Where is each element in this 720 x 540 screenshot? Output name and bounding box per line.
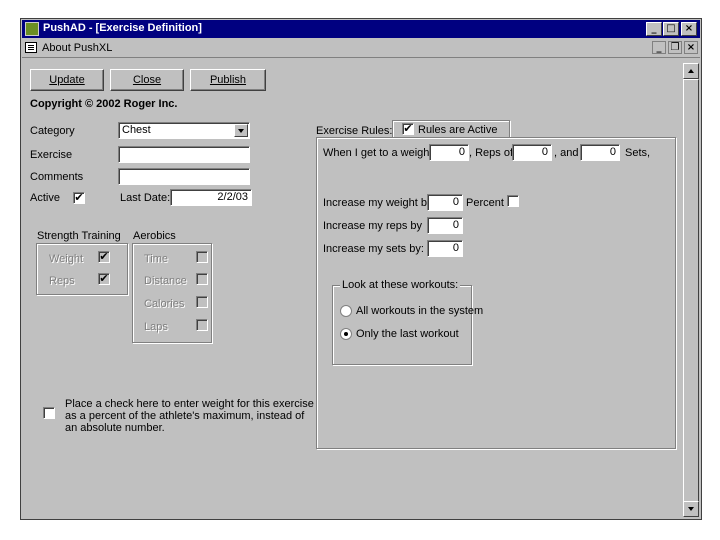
last-workout-radio[interactable] (340, 328, 352, 340)
comments-label: Comments (30, 171, 84, 183)
all-workouts-label: All workouts in the system (356, 305, 484, 317)
distance-checkbox[interactable] (196, 273, 208, 285)
and-label: , and (554, 147, 579, 159)
when-weight-label: When I get to a weight of (323, 147, 445, 159)
child-restore-button[interactable]: ❐ (668, 41, 682, 54)
percent-note-line2: as a percent of the athlete's maximum, i… (65, 410, 305, 422)
app-window: PushAD - [Exercise Definition] _ □ × Abo… (20, 18, 702, 520)
increase-weight-input[interactable]: 0 (427, 194, 463, 211)
sets-label: Sets, (625, 147, 651, 159)
copyright-text: Copyright © 2002 Roger Inc. (30, 98, 178, 110)
strength-training-title: Strength Training (37, 230, 121, 242)
exercise-rules-label: Exercise Rules: (316, 125, 393, 137)
increase-sets-label: Increase my sets by: (323, 243, 424, 255)
scroll-up-arrow-icon[interactable] (683, 63, 699, 79)
minimize-button[interactable]: _ (646, 22, 662, 36)
weight-label: Weight (49, 253, 84, 265)
exercise-label: Exercise (30, 149, 73, 161)
title-bar: PushAD - [Exercise Definition] _ □ × (22, 20, 700, 38)
percent-of-max-checkbox[interactable] (43, 407, 55, 419)
last-workout-label: Only the last workout (356, 328, 459, 340)
strength-training-group (36, 243, 128, 295)
category-label: Category (30, 125, 75, 137)
rule-weight-input[interactable]: 0 (429, 144, 469, 161)
last-date-input[interactable]: 2/2/03 (170, 189, 252, 206)
child-minimize-button[interactable]: _ (652, 41, 666, 54)
all-workouts-radio[interactable] (340, 305, 352, 317)
workouts-group-title: Look at these workouts: (340, 279, 461, 291)
laps-label: Laps (144, 321, 168, 333)
child-close-button[interactable]: × (684, 41, 698, 54)
exercise-input[interactable] (118, 146, 250, 163)
aerobics-title: Aerobics (133, 230, 176, 242)
category-select[interactable]: Chest (118, 122, 250, 139)
percent-note-line3: an absolute number. (65, 422, 165, 434)
percent-note-line1: Place a check here to enter weight for t… (65, 398, 314, 410)
distance-label: Distance (144, 275, 187, 287)
percent-checkbox[interactable] (507, 195, 519, 207)
increase-reps-input[interactable]: 0 (427, 217, 463, 234)
reps-label: Reps (49, 275, 75, 287)
reps-of-label: , Reps of (469, 147, 514, 159)
menu-about[interactable]: About PushXL (42, 42, 112, 54)
calories-label: Calories (144, 298, 185, 310)
update-button[interactable]: Update (30, 69, 104, 91)
rules-active-label: Rules are Active (418, 124, 498, 136)
comments-input[interactable] (118, 168, 250, 185)
maximize-button[interactable]: □ (663, 22, 679, 36)
time-checkbox[interactable] (196, 251, 208, 263)
percent-label: Percent (466, 197, 504, 209)
rules-active-checkbox[interactable]: ✔ (402, 123, 414, 135)
active-checkbox[interactable]: ✔ (73, 192, 85, 204)
close-button[interactable]: Close (110, 69, 184, 91)
last-date-label: Last Date: (120, 192, 171, 204)
increase-reps-label: Increase my reps by (323, 220, 423, 232)
increase-sets-input[interactable]: 0 (427, 240, 463, 257)
scroll-thumb[interactable] (683, 79, 699, 503)
document-icon[interactable] (25, 42, 37, 53)
scroll-down-arrow-icon[interactable] (683, 501, 699, 517)
category-value: Chest (122, 124, 151, 136)
weight-checkbox[interactable]: ✔ (98, 251, 110, 263)
close-window-button[interactable]: × (681, 22, 697, 36)
publish-button[interactable]: Publish (190, 69, 266, 91)
reps-checkbox[interactable]: ✔ (98, 273, 110, 285)
exercise-definition-form: Update Close Publish Copyright © 2002 Ro… (22, 59, 682, 517)
window-title: PushAD - [Exercise Definition] (43, 22, 202, 34)
rule-sets-input[interactable]: 0 (580, 144, 620, 161)
active-label: Active (30, 192, 60, 204)
rule-reps-input[interactable]: 0 (512, 144, 552, 161)
time-label: Time (144, 253, 169, 265)
app-icon (25, 22, 39, 36)
workouts-group (332, 285, 472, 365)
chevron-down-icon[interactable] (234, 124, 248, 137)
calories-checkbox[interactable] (196, 296, 208, 308)
vertical-scrollbar[interactable] (683, 63, 699, 517)
laps-checkbox[interactable] (196, 319, 208, 331)
menu-bar: About PushXL _ ❐ × (22, 39, 700, 58)
increase-weight-label: Increase my weight by (323, 197, 433, 209)
